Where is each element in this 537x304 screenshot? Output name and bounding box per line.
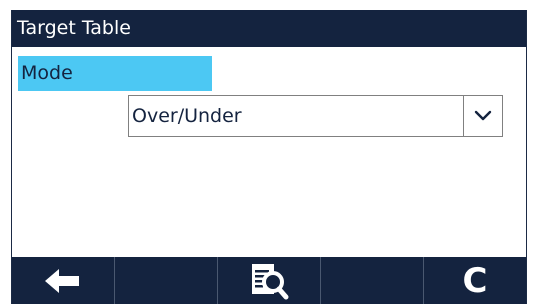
softkey-empty-2[interactable]	[320, 257, 423, 304]
softkey-view[interactable]	[217, 257, 320, 304]
chevron-down-icon	[474, 110, 492, 121]
terminal-screen: Target Table Mode Over/Under C	[11, 10, 527, 304]
softkey-clear[interactable]: C	[423, 257, 526, 304]
softkey-back[interactable]	[12, 257, 114, 304]
page-title: Target Table	[17, 17, 131, 39]
clear-icon: C	[462, 260, 488, 301]
left-arrow-icon	[45, 268, 79, 293]
mode-dropdown[interactable]: Over/Under	[128, 95, 503, 137]
softkey-empty-1[interactable]	[114, 257, 217, 304]
mode-label[interactable]: Mode	[18, 56, 212, 91]
dropdown-toggle[interactable]	[463, 96, 502, 136]
document-magnifier-icon	[252, 263, 289, 299]
title-bar: Target Table	[12, 10, 526, 47]
softkey-bar: C	[12, 257, 526, 304]
mode-selected-value: Over/Under	[132, 105, 242, 127]
mode-label-text: Mode	[21, 62, 73, 84]
